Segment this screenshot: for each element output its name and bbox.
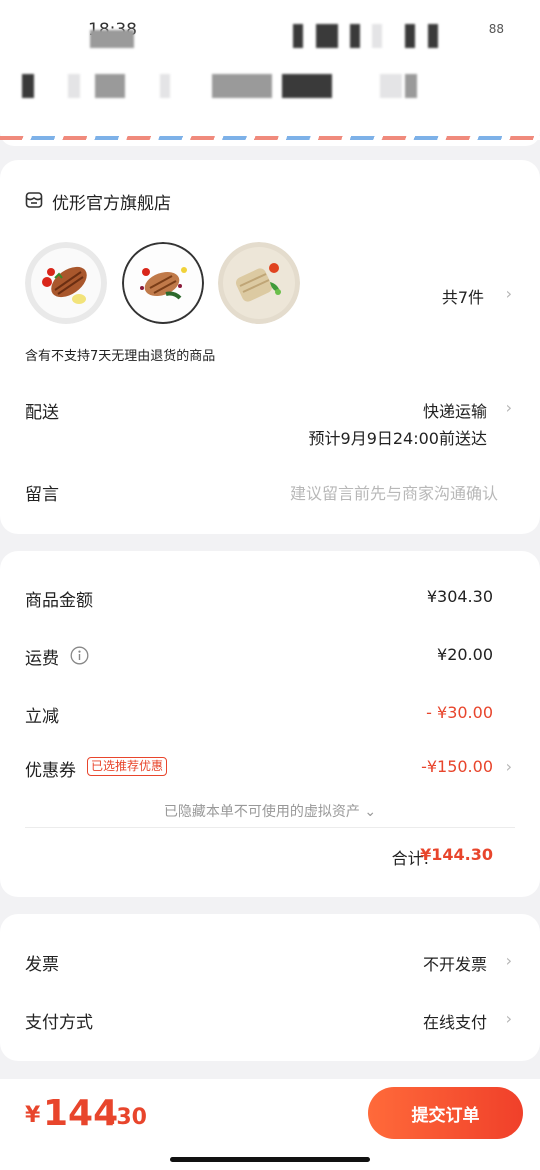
goods-amount-label: 商品金额 (25, 591, 93, 611)
delivery-label: 配送 (25, 403, 59, 423)
envelope-stripes (0, 136, 540, 140)
divider (25, 827, 515, 828)
privacy-blur (212, 74, 272, 98)
battery-level: 88 (488, 22, 504, 36)
coupon-value[interactable]: -¥150.00 (421, 757, 493, 776)
pay-amount-integer: 144 (43, 1093, 119, 1134)
payment-method-label: 支付方式 (25, 1013, 93, 1033)
goods-amount-value: ¥304.30 (426, 587, 493, 606)
discount-value: - ¥30.00 (426, 703, 493, 722)
product-count[interactable]: 共7件 (442, 284, 484, 308)
info-icon[interactable] (70, 646, 89, 665)
status-bar: 18:38 88 (0, 0, 540, 62)
cost-summary-card: 商品金额 ¥304.30 运费 ¥20.00 立减 - ¥30.00 优惠券 已… (0, 551, 540, 897)
return-policy-notice: 含有不支持7天无理由退货的商品 (25, 349, 216, 364)
order-items-card: 优形官方旗舰店 共7件 › 含有不支持7天无理由退货的商品 配送 快递运输 › … (0, 160, 540, 534)
delivery-method[interactable]: 快递运输 (423, 398, 487, 422)
privacy-blur (428, 24, 438, 48)
chevron-right-icon[interactable]: › (506, 284, 512, 303)
coupon-label: 优惠券 (25, 761, 76, 781)
chevron-right-icon[interactable]: › (506, 951, 512, 970)
invoice-label: 发票 (25, 955, 59, 975)
discount-label: 立减 (25, 707, 59, 727)
address-card-edge (0, 132, 540, 146)
privacy-blur (405, 74, 417, 98)
page-header (0, 62, 540, 132)
shop-icon (25, 192, 43, 208)
privacy-blur (22, 74, 34, 98)
privacy-blur (68, 74, 80, 98)
coupon-badge: 已选推荐优惠 (87, 757, 168, 776)
message-input[interactable]: 建议留言前先与商家沟通确认 (290, 480, 498, 504)
chevron-right-icon[interactable]: › (506, 757, 512, 776)
privacy-blur (350, 24, 360, 48)
payment-method-value[interactable]: 在线支付 (423, 1009, 487, 1033)
privacy-blur (405, 24, 415, 48)
product-thumbnail[interactable] (218, 242, 300, 324)
privacy-blur (95, 74, 125, 98)
invoice-value[interactable]: 不开发票 (423, 951, 487, 975)
shipping-label: 运费 (25, 649, 59, 669)
shop-name[interactable]: 优形官方旗舰店 (52, 189, 171, 214)
pay-amount-decimal: .30 (108, 1105, 147, 1130)
privacy-blur (160, 74, 170, 98)
chevron-right-icon[interactable]: › (506, 398, 512, 417)
product-thumbnail[interactable] (25, 242, 107, 324)
hidden-assets-toggle[interactable]: 已隐藏本单不可使用的虚拟资产 ⌄ (0, 801, 540, 821)
privacy-blur (372, 24, 382, 48)
shipping-value: ¥20.00 (437, 645, 493, 664)
privacy-blur (282, 74, 332, 98)
chevron-right-icon[interactable]: › (506, 1009, 512, 1028)
total-value: ¥144.30 (420, 845, 493, 864)
checkout-bar: ¥ 144 .30 提交订单 (0, 1079, 540, 1170)
message-label: 留言 (25, 485, 59, 505)
submit-order-button[interactable]: 提交订单 (368, 1087, 523, 1139)
currency-symbol: ¥ (25, 1103, 41, 1128)
delivery-eta: 预计9月9日24:00前送达 (308, 429, 487, 448)
privacy-blur (316, 24, 338, 48)
home-indicator[interactable] (170, 1157, 370, 1162)
invoice-payment-card: 发票 不开发票 › 支付方式 在线支付 › (0, 914, 540, 1061)
privacy-blur (293, 24, 303, 48)
privacy-blur (90, 30, 134, 48)
product-thumbnail[interactable] (122, 242, 204, 324)
privacy-blur (380, 74, 402, 98)
